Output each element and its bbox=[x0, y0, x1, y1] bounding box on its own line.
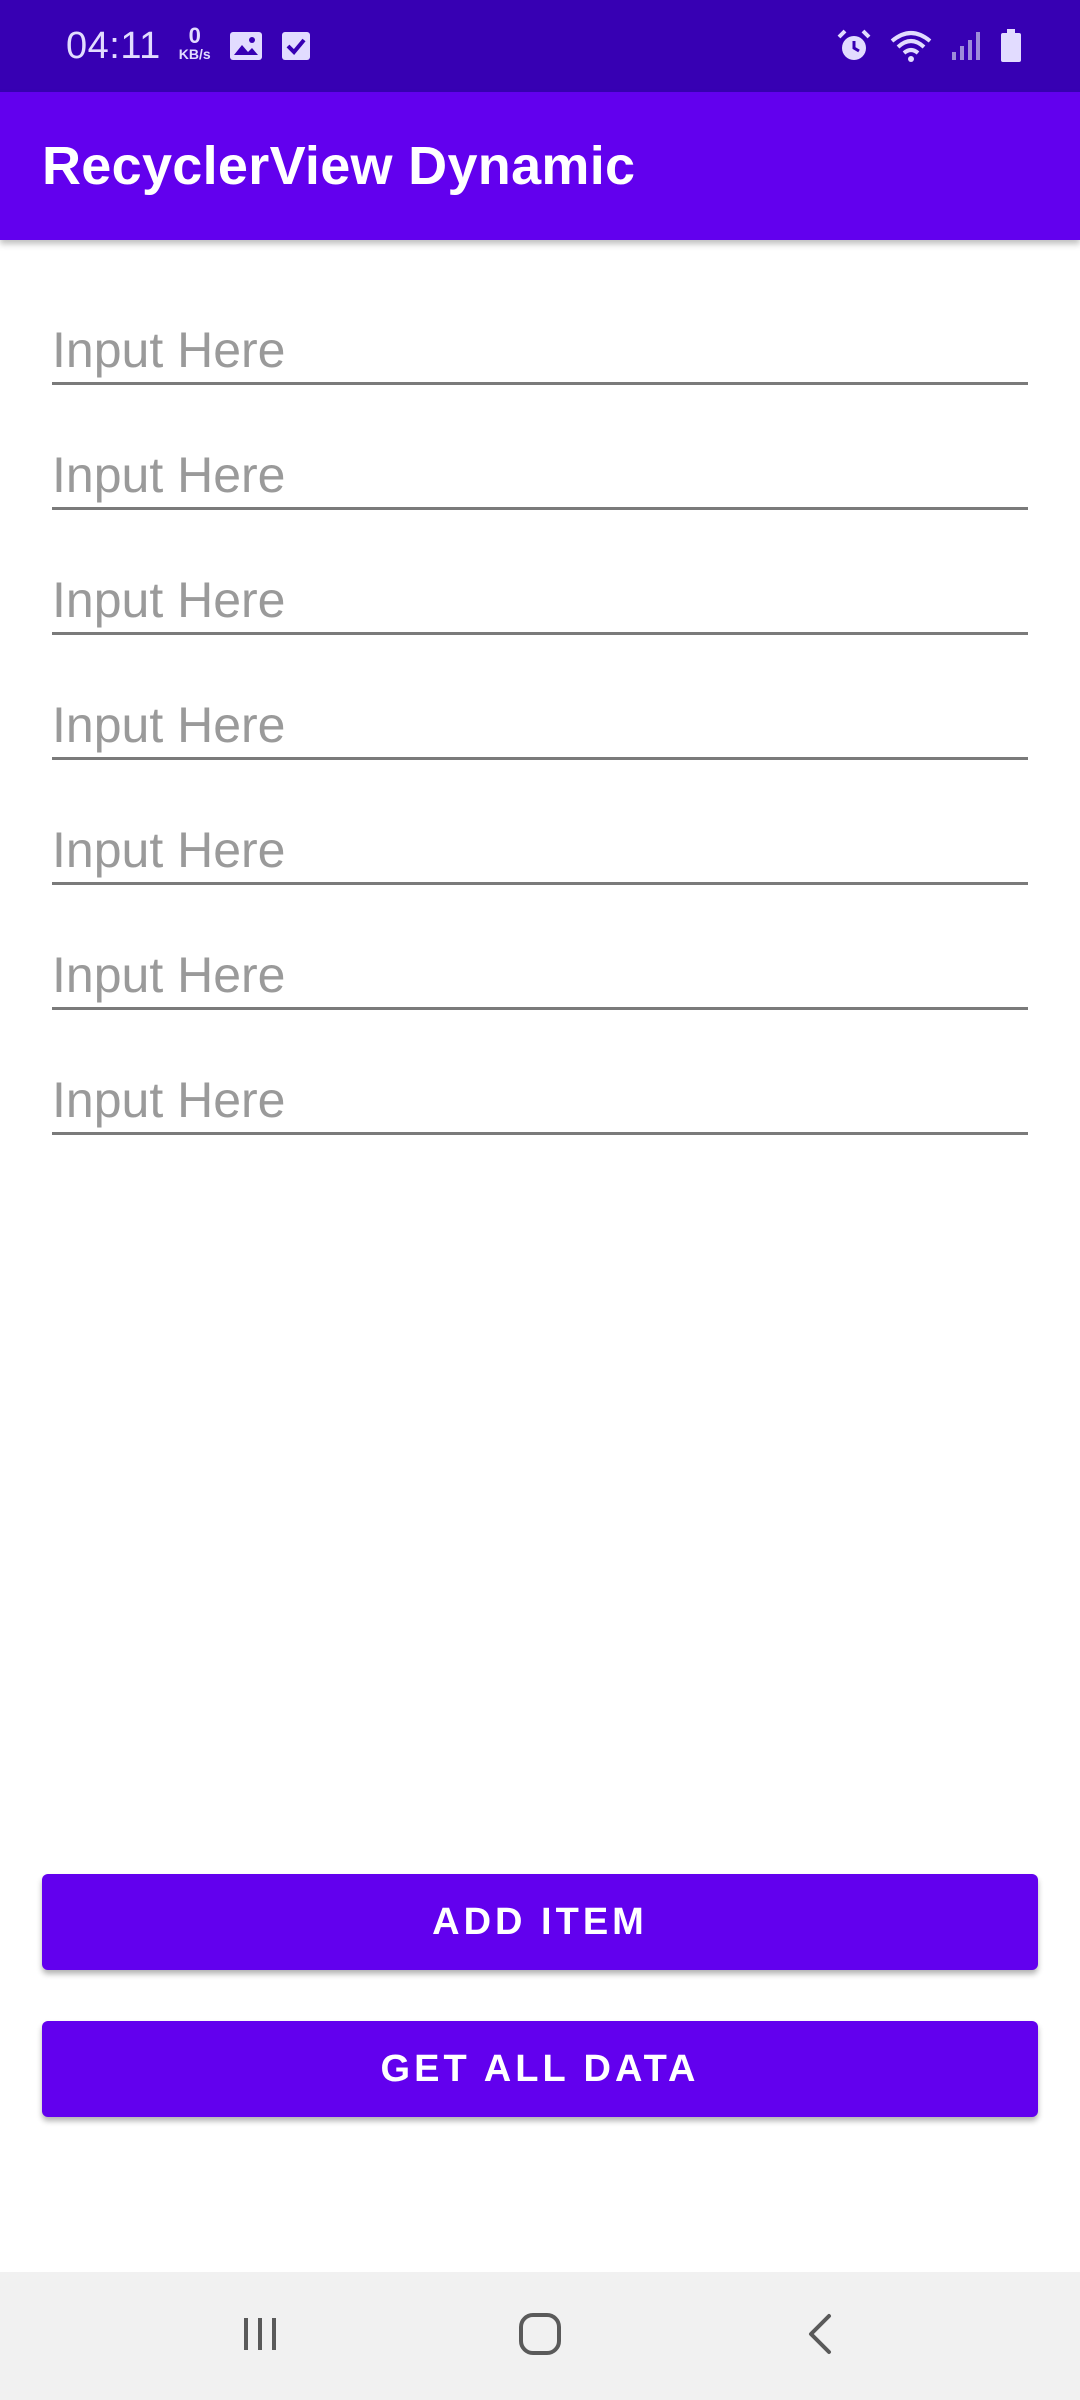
network-speed-unit: KB/s bbox=[178, 46, 211, 62]
app-title: RecyclerView Dynamic bbox=[42, 136, 636, 196]
recent-apps-icon bbox=[240, 2314, 280, 2359]
recycler-list[interactable] bbox=[52, 300, 1028, 1175]
alarm-icon bbox=[836, 29, 872, 63]
input-underline bbox=[52, 757, 1028, 760]
image-icon bbox=[229, 31, 263, 61]
checkbox-icon bbox=[281, 31, 311, 61]
network-speed-value: 0 bbox=[188, 23, 201, 48]
item-input[interactable] bbox=[52, 560, 1028, 640]
status-bar-left: 04:11 0 KB/s bbox=[66, 25, 311, 68]
status-time: 04:11 bbox=[66, 24, 161, 67]
item-input[interactable] bbox=[52, 435, 1028, 515]
list-item bbox=[52, 925, 1028, 1050]
network-speed: 0 KB/s bbox=[178, 23, 211, 62]
item-input[interactable] bbox=[52, 935, 1028, 1015]
list-item bbox=[52, 550, 1028, 675]
back-button[interactable] bbox=[760, 2286, 880, 2386]
wifi-icon bbox=[890, 29, 932, 63]
item-input[interactable] bbox=[52, 685, 1028, 765]
item-input[interactable] bbox=[52, 1060, 1028, 1140]
list-item bbox=[52, 675, 1028, 800]
input-underline bbox=[52, 382, 1028, 385]
input-underline bbox=[52, 632, 1028, 635]
item-input[interactable] bbox=[52, 810, 1028, 890]
home-button[interactable] bbox=[480, 2286, 600, 2386]
list-item bbox=[52, 300, 1028, 425]
signal-icon bbox=[950, 30, 982, 62]
battery-icon bbox=[1000, 29, 1022, 63]
get-all-data-button[interactable]: GET ALL DATA bbox=[42, 2021, 1038, 2117]
list-item bbox=[52, 1050, 1028, 1175]
list-item bbox=[52, 800, 1028, 925]
status-bar: 04:11 0 KB/s bbox=[0, 0, 1080, 92]
back-icon bbox=[805, 2312, 835, 2361]
navigation-bar bbox=[0, 2272, 1080, 2400]
item-input[interactable] bbox=[52, 310, 1028, 390]
input-underline bbox=[52, 1132, 1028, 1135]
list-item bbox=[52, 425, 1028, 550]
app-bar: RecyclerView Dynamic bbox=[0, 92, 1080, 240]
status-bar-right bbox=[836, 29, 1022, 63]
input-underline bbox=[52, 507, 1028, 510]
recent-apps-button[interactable] bbox=[200, 2286, 320, 2386]
add-item-button[interactable]: ADD ITEM bbox=[42, 1874, 1038, 1970]
input-underline bbox=[52, 882, 1028, 885]
home-icon bbox=[518, 2312, 562, 2361]
input-underline bbox=[52, 1007, 1028, 1010]
